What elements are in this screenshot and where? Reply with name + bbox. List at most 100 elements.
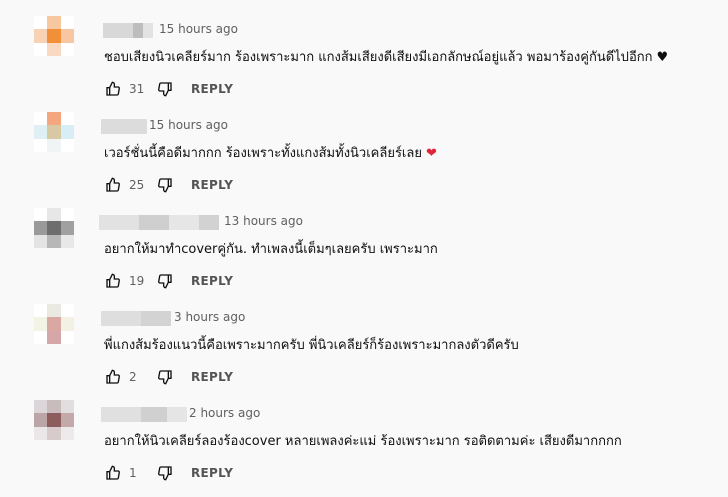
avatar-pixel (47, 317, 61, 331)
dislike-icon[interactable] (155, 175, 175, 195)
like-count: 19 (129, 274, 145, 288)
avatar-pixel (47, 29, 61, 43)
avatar-pixel (47, 304, 61, 318)
like-count: 1 (129, 466, 137, 480)
comment-text: พี่แกงส้มร้องแนวนี้คือเพราะมากครับ พี่นิ… (104, 334, 519, 355)
avatar-pixel (60, 221, 74, 235)
avatar-pixel (60, 400, 74, 414)
author-name-blurred[interactable] (103, 23, 153, 38)
dislike-icon[interactable] (155, 271, 175, 291)
comment-text: อยากให้มาทำcoverคู่กัน. ทำเพลงนี้เต็มๆเล… (104, 238, 438, 259)
avatar-pixel (34, 304, 48, 318)
heart-emoji: ♥ (656, 50, 669, 65)
reply-button[interactable]: REPLY (191, 82, 233, 96)
like-icon[interactable] (103, 271, 123, 291)
comment-actions: 25 REPLY (103, 175, 233, 195)
avatar-pixel (60, 42, 74, 56)
avatar-pixel (34, 29, 48, 43)
avatar-pixel (34, 208, 48, 222)
avatar-pixel (34, 125, 48, 139)
avatar-pixel (34, 413, 48, 427)
comment-actions: 19 REPLY (103, 271, 233, 291)
dislike-icon[interactable] (155, 463, 175, 483)
avatar-pixel (60, 125, 74, 139)
comment-text: ชอบเสียงนิวเคลียร์มาก ร้องเพราะมาก แกงส้… (104, 46, 668, 67)
dislike-icon[interactable] (155, 79, 175, 99)
avatar-pixel (47, 16, 61, 30)
comment-1: 15 hours ago ชอบเสียงนิวเคลียร์มาก ร้องเ… (0, 16, 728, 112)
like-icon[interactable] (103, 175, 123, 195)
avatar-pixel (60, 426, 74, 440)
avatar-pixel (60, 208, 74, 222)
comment-timestamp[interactable]: 15 hours ago (159, 22, 238, 36)
avatar-pixel (60, 138, 74, 152)
avatar[interactable] (34, 400, 74, 440)
like-icon[interactable] (103, 79, 123, 99)
avatar-pixel (60, 29, 74, 43)
avatar-pixel (34, 400, 48, 414)
avatar-pixel (47, 42, 61, 56)
comment-timestamp[interactable]: 13 hours ago (224, 214, 303, 228)
avatar-pixel (34, 330, 48, 344)
avatar-pixel (34, 317, 48, 331)
comment-timestamp[interactable]: 15 hours ago (149, 118, 228, 132)
comment-5: 2 hours ago อยากให้นิวเคลียร์ลองร้องcove… (0, 400, 728, 496)
comment-timestamp[interactable]: 2 hours ago (189, 406, 260, 420)
author-name-blurred[interactable] (99, 215, 219, 230)
avatar-pixel (60, 16, 74, 30)
comment-body: อยากให้มาทำcoverคู่กัน. ทำเพลงนี้เต็มๆเล… (104, 242, 438, 257)
avatar-pixel (60, 234, 74, 248)
avatar-pixel (34, 234, 48, 248)
avatar-pixel (34, 138, 48, 152)
like-count: 2 (129, 370, 137, 384)
avatar[interactable] (34, 304, 74, 344)
avatar-pixel (34, 16, 48, 30)
like-icon[interactable] (103, 463, 123, 483)
reply-button[interactable]: REPLY (191, 178, 233, 192)
avatar-pixel (47, 234, 61, 248)
dislike-icon[interactable] (155, 367, 175, 387)
avatar-pixel (47, 330, 61, 344)
avatar-pixel (60, 317, 74, 331)
comment-actions: 2 REPLY (103, 367, 233, 387)
comment-4: 3 hours ago พี่แกงส้มร้องแนวนี้คือเพราะม… (0, 304, 728, 400)
comment-3: 13 hours ago อยากให้มาทำcoverคู่กัน. ทำเ… (0, 208, 728, 304)
avatar[interactable] (34, 208, 74, 248)
comment-2: 15 hours ago เวอร์ชั่นนี้คือดีมากกก ร้อง… (0, 112, 728, 208)
reply-button[interactable]: REPLY (191, 274, 233, 288)
like-icon[interactable] (103, 367, 123, 387)
avatar-pixel (47, 208, 61, 222)
like-count: 31 (129, 82, 145, 96)
avatar-pixel (34, 221, 48, 235)
avatar-pixel (34, 112, 48, 126)
avatar-pixel (47, 400, 61, 414)
avatar[interactable] (34, 112, 74, 152)
avatar-pixel (60, 112, 74, 126)
avatar-pixel (34, 426, 48, 440)
reply-button[interactable]: REPLY (191, 370, 233, 384)
comment-timestamp[interactable]: 3 hours ago (174, 310, 245, 324)
avatar-pixel (47, 112, 61, 126)
comment-actions: 31 REPLY (103, 79, 233, 99)
author-name-blurred[interactable] (101, 119, 147, 134)
avatar[interactable] (34, 16, 74, 56)
avatar-pixel (47, 125, 61, 139)
author-name-blurred[interactable] (101, 407, 187, 422)
reply-button[interactable]: REPLY (191, 466, 233, 480)
avatar-pixel (60, 304, 74, 318)
avatar-pixel (34, 42, 48, 56)
like-count: 25 (129, 178, 145, 192)
avatar-pixel (60, 413, 74, 427)
comment-body: ชอบเสียงนิวเคลียร์มาก ร้องเพราะมาก แกงส้… (104, 50, 653, 65)
comment-body: เวอร์ชั่นนี้คือดีมากกก ร้องเพราะทั้งแกงส… (104, 146, 422, 161)
avatar-pixel (60, 330, 74, 344)
avatar-pixel (47, 221, 61, 235)
comment-body: อยากให้นิวเคลียร์ลองร้องcover หลายเพลงค่… (104, 434, 622, 449)
avatar-pixel (47, 413, 61, 427)
red-heart-emoji: ❤ (425, 146, 437, 161)
comment-body: พี่แกงส้มร้องแนวนี้คือเพราะมากครับ พี่นิ… (104, 338, 519, 353)
comment-text: เวอร์ชั่นนี้คือดีมากกก ร้องเพราะทั้งแกงส… (104, 142, 437, 163)
avatar-pixel (47, 426, 61, 440)
comment-actions: 1 REPLY (103, 463, 233, 483)
author-name-blurred[interactable] (101, 311, 171, 326)
